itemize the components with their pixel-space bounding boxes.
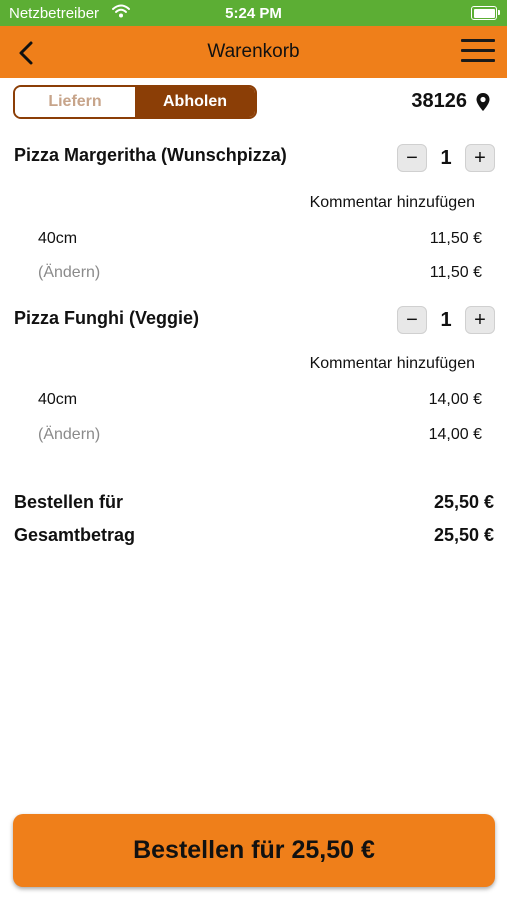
- tab-abholen[interactable]: Abholen: [135, 87, 255, 117]
- item-size-row: 40cm 11,50 €: [38, 230, 482, 248]
- place-order-label: Bestellen für 25,50 €: [133, 836, 375, 864]
- delivery-mode-toggle: Liefern Abholen: [13, 85, 257, 119]
- item-size-price: 14,00 €: [428, 391, 482, 408]
- total-row: Gesamtbetrag 25,50 €: [14, 525, 494, 546]
- decrease-quantity-button[interactable]: −: [397, 306, 427, 334]
- map-pin-icon: [476, 92, 490, 111]
- item-change-row: (Ändern) 14,00 €: [38, 426, 482, 444]
- place-order-button[interactable]: Bestellen für 25,50 €: [13, 814, 495, 887]
- item-size-row: 40cm 14,00 €: [38, 391, 482, 409]
- tab-liefern[interactable]: Liefern: [15, 87, 135, 117]
- quantity-stepper: − 1 +: [397, 143, 495, 173]
- cart-item-name: Pizza Funghi (Veggie): [14, 308, 200, 328]
- order-for-value: 25,50 €: [433, 492, 494, 512]
- quantity-value: 1: [440, 308, 452, 331]
- quantity-value: 1: [440, 146, 452, 169]
- decrease-quantity-button[interactable]: −: [397, 144, 427, 172]
- increase-quantity-button[interactable]: +: [465, 306, 495, 334]
- change-item-link[interactable]: (Ändern): [38, 264, 100, 282]
- cart-item-name: Pizza Margeritha (Wunschpizza): [14, 145, 287, 165]
- item-size: 40cm: [38, 230, 78, 247]
- add-comment-link[interactable]: Kommentar hinzufügen: [310, 355, 475, 373]
- add-comment-link[interactable]: Kommentar hinzufügen: [310, 194, 475, 212]
- clock: 5:24 PM: [225, 5, 282, 22]
- total-value: 25,50 €: [433, 525, 494, 545]
- increase-quantity-button[interactable]: +: [465, 144, 495, 172]
- battery-icon: [471, 6, 500, 20]
- change-item-link[interactable]: (Ändern): [38, 426, 100, 444]
- item-change-row: (Ändern) 11,50 €: [38, 264, 482, 282]
- location-selector[interactable]: 38126: [411, 90, 491, 113]
- order-for-label: Bestellen für: [14, 492, 124, 512]
- status-bar: Netzbetreiber 5:24 PM: [0, 0, 507, 26]
- page-title: Warenkorb: [207, 41, 300, 62]
- item-size: 40cm: [38, 391, 78, 408]
- menu-button[interactable]: [461, 39, 495, 65]
- navigation-bar: Warenkorb: [0, 26, 507, 78]
- zip-code: 38126: [411, 90, 467, 112]
- item-size-price: 11,50 €: [429, 230, 482, 247]
- item-price: 14,00 €: [428, 426, 482, 443]
- item-price: 11,50 €: [429, 264, 482, 281]
- quantity-stepper: − 1 +: [397, 305, 495, 335]
- total-label: Gesamtbetrag: [14, 525, 136, 545]
- hamburger-menu-icon: [461, 39, 495, 62]
- order-for-row: Bestellen für 25,50 €: [14, 492, 494, 513]
